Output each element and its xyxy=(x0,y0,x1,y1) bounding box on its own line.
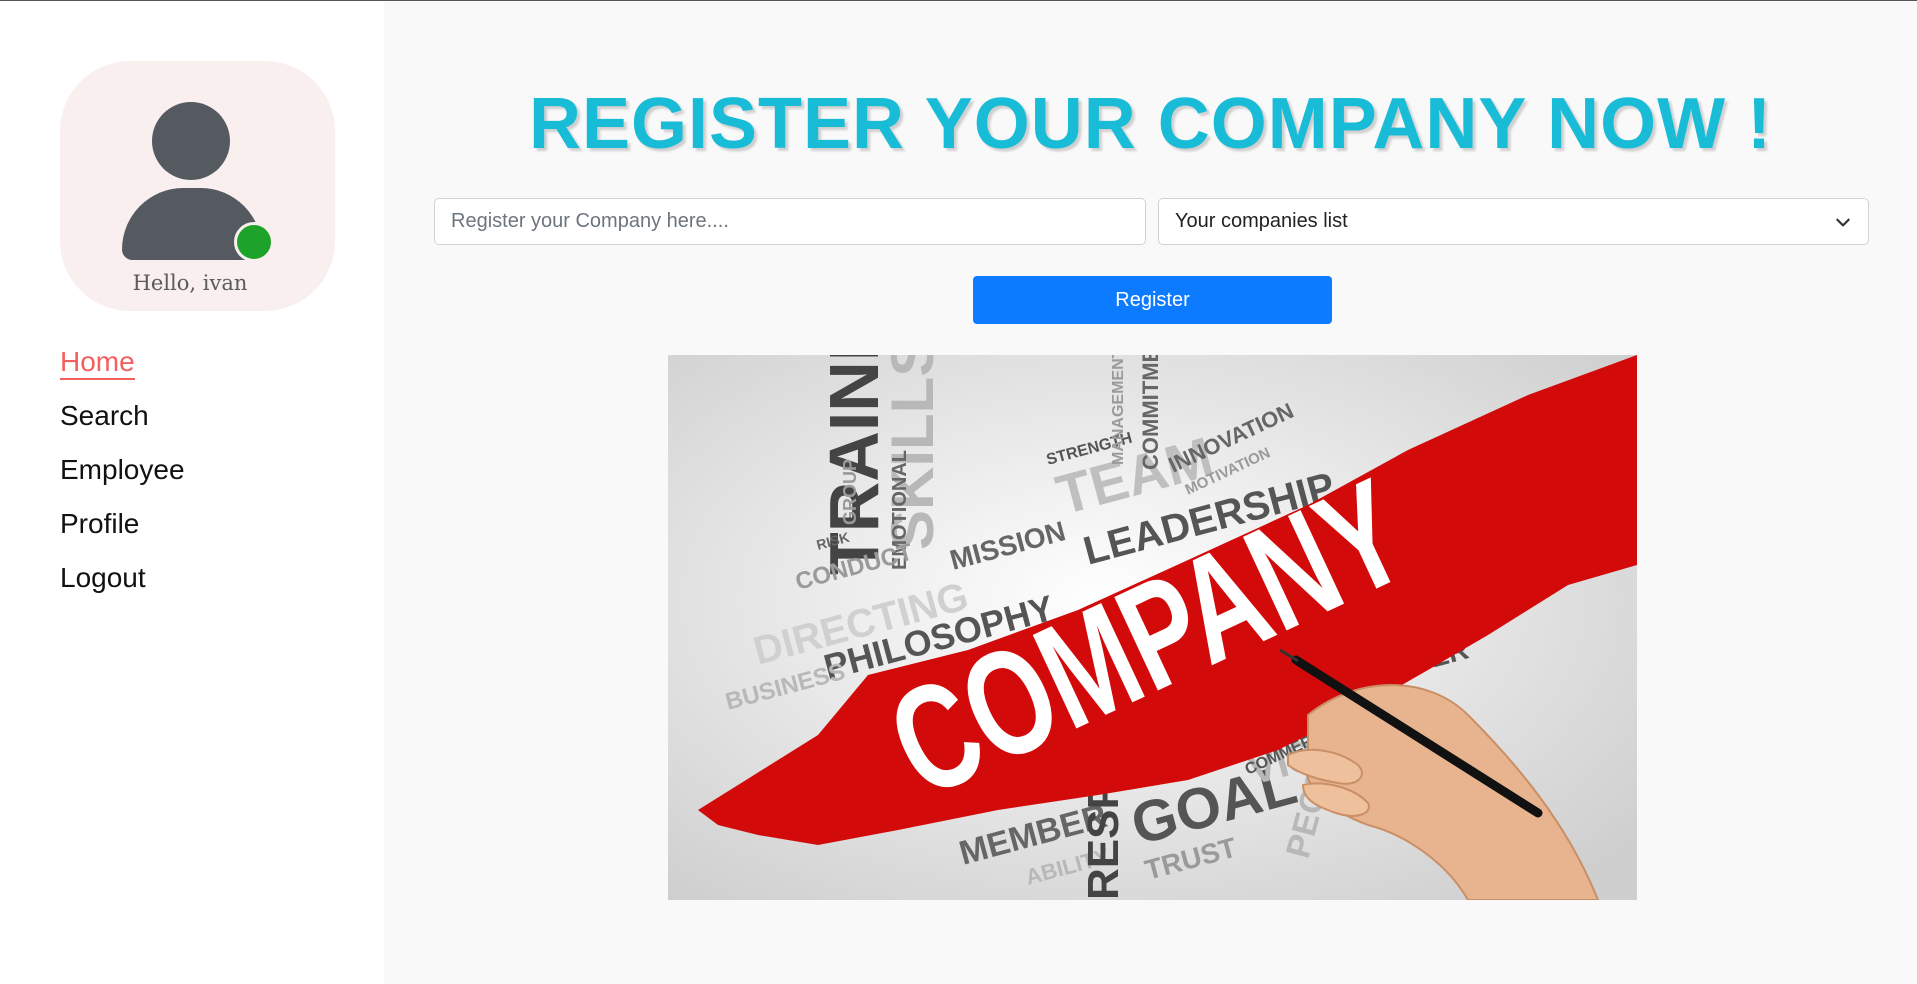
nav-item-search[interactable]: Search xyxy=(60,398,185,452)
nav-item-label: Profile xyxy=(60,508,140,539)
chevron-down-icon xyxy=(1836,218,1850,226)
sidebar-nav: Home Search Employee Profile Logout xyxy=(60,344,185,614)
svg-text:MANAGEMENT: MANAGEMENT xyxy=(1110,355,1127,465)
register-button[interactable]: Register xyxy=(973,276,1332,324)
main-content: REGISTER YOUR COMPANY NOW ! Your compani… xyxy=(384,1,1917,984)
svg-text:COMMITMENT: COMMITMENT xyxy=(1138,355,1163,470)
company-word-cloud: TRAINING SKILLS TEAM LEADERSHIP INNOVATI… xyxy=(668,355,1637,900)
company-banner-image: TRAINING SKILLS TEAM LEADERSHIP INNOVATI… xyxy=(668,355,1637,900)
online-status-dot xyxy=(234,222,274,262)
nav-item-label: Search xyxy=(60,400,149,431)
nav-item-home[interactable]: Home xyxy=(60,344,185,398)
nav-item-logout[interactable]: Logout xyxy=(60,560,185,614)
svg-text:GROUP: GROUP xyxy=(840,459,860,525)
nav-item-label: Home xyxy=(60,346,135,380)
page-title: REGISTER YOUR COMPANY NOW ! xyxy=(528,84,1773,164)
companies-select[interactable]: Your companies list xyxy=(1158,198,1869,245)
user-greeting: Hello, ivan xyxy=(132,271,248,295)
companies-select-value: Your companies list xyxy=(1175,210,1348,232)
nav-item-profile[interactable]: Profile xyxy=(60,506,185,560)
nav-item-label: Employee xyxy=(60,454,185,485)
user-avatar-icon xyxy=(152,102,230,180)
sidebar: Hello, ivan Home Search Employee Profile… xyxy=(0,1,384,984)
company-name-input[interactable] xyxy=(434,198,1146,245)
user-avatar-card: Hello, ivan xyxy=(60,61,335,311)
nav-item-employee[interactable]: Employee xyxy=(60,452,185,506)
nav-item-label: Logout xyxy=(60,562,146,593)
